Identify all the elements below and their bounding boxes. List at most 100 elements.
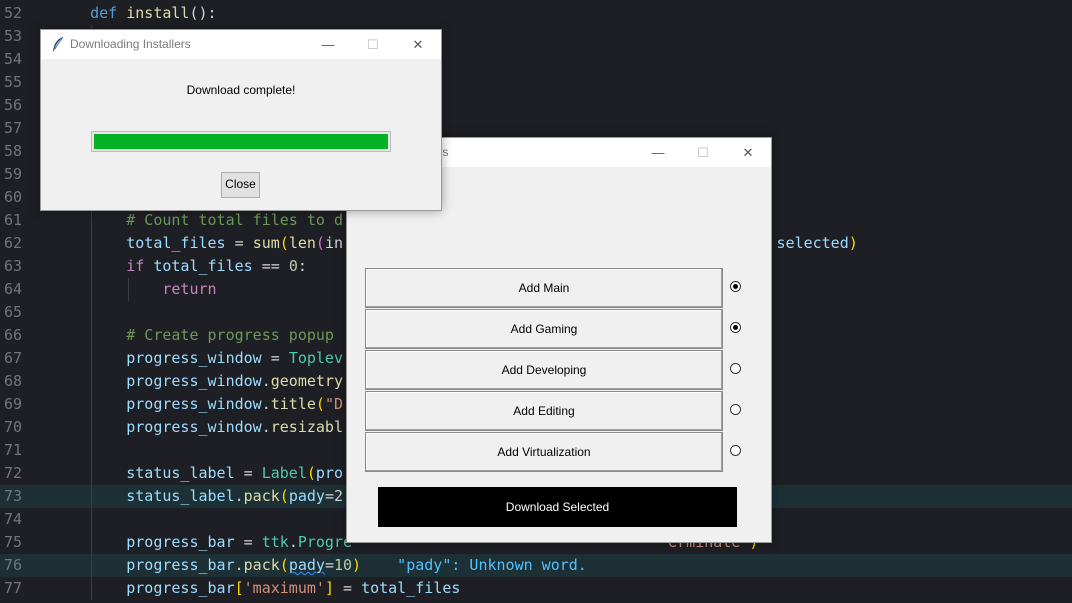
option-radio[interactable]	[730, 404, 741, 415]
code-token: [	[234, 579, 244, 597]
code-token: =2	[324, 487, 343, 505]
code-token: # Create progress popup	[126, 326, 334, 344]
maximize-icon[interactable]: ☐	[680, 138, 726, 167]
minimize-icon[interactable]: —	[305, 30, 351, 59]
option-radio[interactable]	[730, 322, 741, 333]
code-token: :	[297, 257, 307, 275]
close-button[interactable]: Close	[221, 172, 260, 198]
code-line[interactable]: 52 def install():	[0, 2, 1072, 25]
close-icon[interactable]: ✕	[395, 30, 441, 59]
code-text: status_label.pack(pady=2	[54, 485, 343, 508]
line-number: 53	[3, 27, 22, 45]
code-token: (	[315, 395, 325, 413]
code-token: =	[261, 349, 289, 367]
line-number: 64	[3, 280, 22, 298]
code-token: (	[306, 464, 316, 482]
code-text: status_label = Label(pro	[54, 462, 343, 485]
code-token: progress_window	[126, 372, 262, 390]
radio-selected-dot	[733, 325, 738, 330]
code-token: =	[234, 533, 262, 551]
code-token: )	[352, 556, 362, 574]
code-token: total_files	[126, 234, 226, 252]
code-token: =	[324, 556, 334, 574]
code-token: (	[279, 487, 289, 505]
line-number: 60	[3, 188, 22, 206]
add-option-button[interactable]: Add Editing	[365, 391, 723, 431]
add-option-button[interactable]: Add Developing	[365, 350, 723, 390]
code-token: "D	[324, 395, 343, 413]
code-text: # Create progress popup	[54, 324, 334, 347]
feather-icon	[53, 36, 64, 51]
line-number: 61	[3, 211, 22, 229]
code-token: .	[234, 487, 244, 505]
code-token: .	[261, 372, 271, 390]
line-number: 63	[3, 257, 22, 275]
code-line[interactable]: 77 progress_bar['maximum'] = total_files	[0, 577, 1072, 600]
code-token: pack	[243, 487, 280, 505]
code-token: .	[261, 418, 271, 436]
code-token: status_label	[126, 487, 235, 505]
code-text: if total_files == 0:	[54, 255, 307, 278]
progress-bar-fill	[94, 134, 388, 149]
line-number: 62	[3, 234, 22, 252]
status-label: Download complete!	[186, 83, 296, 97]
progress-titlebar[interactable]: Downloading Installers — ☐ ✕	[41, 30, 441, 59]
line-number: 69	[3, 395, 22, 413]
code-token: total_files	[153, 257, 253, 275]
download-selected-button[interactable]: Download Selected	[378, 487, 737, 527]
line-number: 52	[3, 4, 22, 22]
code-token: Progre	[297, 533, 353, 551]
minimize-icon[interactable]: —	[635, 138, 681, 167]
code-token: progress_bar	[126, 533, 235, 551]
code-text: progress_window.geometry	[54, 370, 343, 393]
code-token: Toplev	[288, 349, 343, 367]
line-number: 72	[3, 464, 22, 482]
line-number: 75	[3, 533, 22, 551]
code-token: Label	[261, 464, 307, 482]
code-token: in	[324, 234, 343, 252]
line-number: 57	[3, 119, 22, 137]
line-number: 77	[3, 579, 22, 597]
code-line[interactable]: 76 progress_bar.pack(pady=10) "pady": Un…	[0, 554, 1072, 577]
code-text: def install():	[54, 2, 216, 25]
code-token: progress_window	[126, 418, 262, 436]
code-text: return	[54, 278, 217, 301]
code-token: (	[315, 234, 325, 252]
code-token: 0	[288, 257, 298, 275]
code-token: pack	[243, 556, 280, 574]
add-option-button[interactable]: Add Virtualization	[365, 432, 723, 472]
code-token: # Count total files to d	[126, 211, 343, 229]
code-token: =	[225, 234, 253, 252]
line-number: 68	[3, 372, 22, 390]
line-number: 70	[3, 418, 22, 436]
code-text: progress_window.resizabl	[54, 416, 343, 439]
code-text: progress_bar.pack(pady=10) "pady": Unkno…	[54, 554, 587, 577]
code-text: progress_bar['maximum'] = total_files	[54, 577, 460, 600]
code-token: 'maximum'	[243, 579, 325, 597]
code-token: resizabl	[270, 418, 343, 436]
line-number: 71	[3, 441, 22, 459]
maximize-icon[interactable]: ☐	[350, 30, 396, 59]
option-radio[interactable]	[730, 363, 741, 374]
code-token: if	[126, 257, 154, 275]
code-token: =	[333, 579, 362, 597]
option-radio[interactable]	[730, 445, 741, 456]
code-token: len	[288, 234, 316, 252]
option-radio[interactable]	[730, 281, 741, 292]
code-token: progress_window	[126, 349, 262, 367]
progress-window-title: Downloading Installers	[70, 37, 191, 51]
code-token: total_files	[361, 579, 461, 597]
line-number: 73	[3, 487, 22, 505]
indent-guide	[91, 508, 92, 531]
add-option-button[interactable]: Add Main	[365, 268, 723, 308]
close-icon[interactable]: ✕	[725, 138, 771, 167]
add-option-button[interactable]: Add Gaming	[365, 309, 723, 349]
radio-selected-dot	[733, 284, 738, 289]
code-text: progress_window.title("D	[54, 393, 343, 416]
code-token: return	[162, 280, 217, 298]
